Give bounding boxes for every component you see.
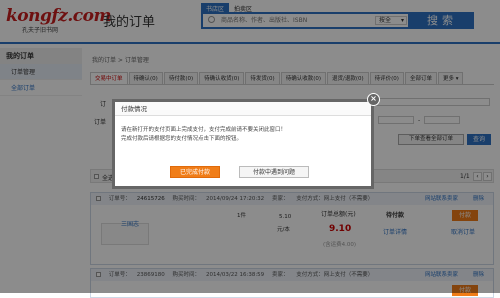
payment-problem-button[interactable]: 付款中遇到问题 [239, 166, 309, 178]
payment-status-dialog: 付款情况 请在新打开的支付页面上完成支付，支付完成前请不要关闭此窗口！ 完成付款… [112, 99, 374, 189]
close-icon[interactable]: × [367, 93, 380, 106]
dialog-title: 付款情况 [115, 102, 371, 116]
dialog-message-line2: 完成付款后请根据您的支付情况点击下面的按钮。 [121, 136, 243, 142]
dialog-message-line1: 请在新打开的支付页面上完成支付，支付完成前请不要关闭此窗口！ [121, 127, 287, 133]
dialog-message: 请在新打开的支付页面上完成支付，支付完成前请不要关闭此窗口！ 完成付款后请根据您… [115, 116, 371, 144]
payment-done-button[interactable]: 已完成付款 [170, 166, 220, 178]
